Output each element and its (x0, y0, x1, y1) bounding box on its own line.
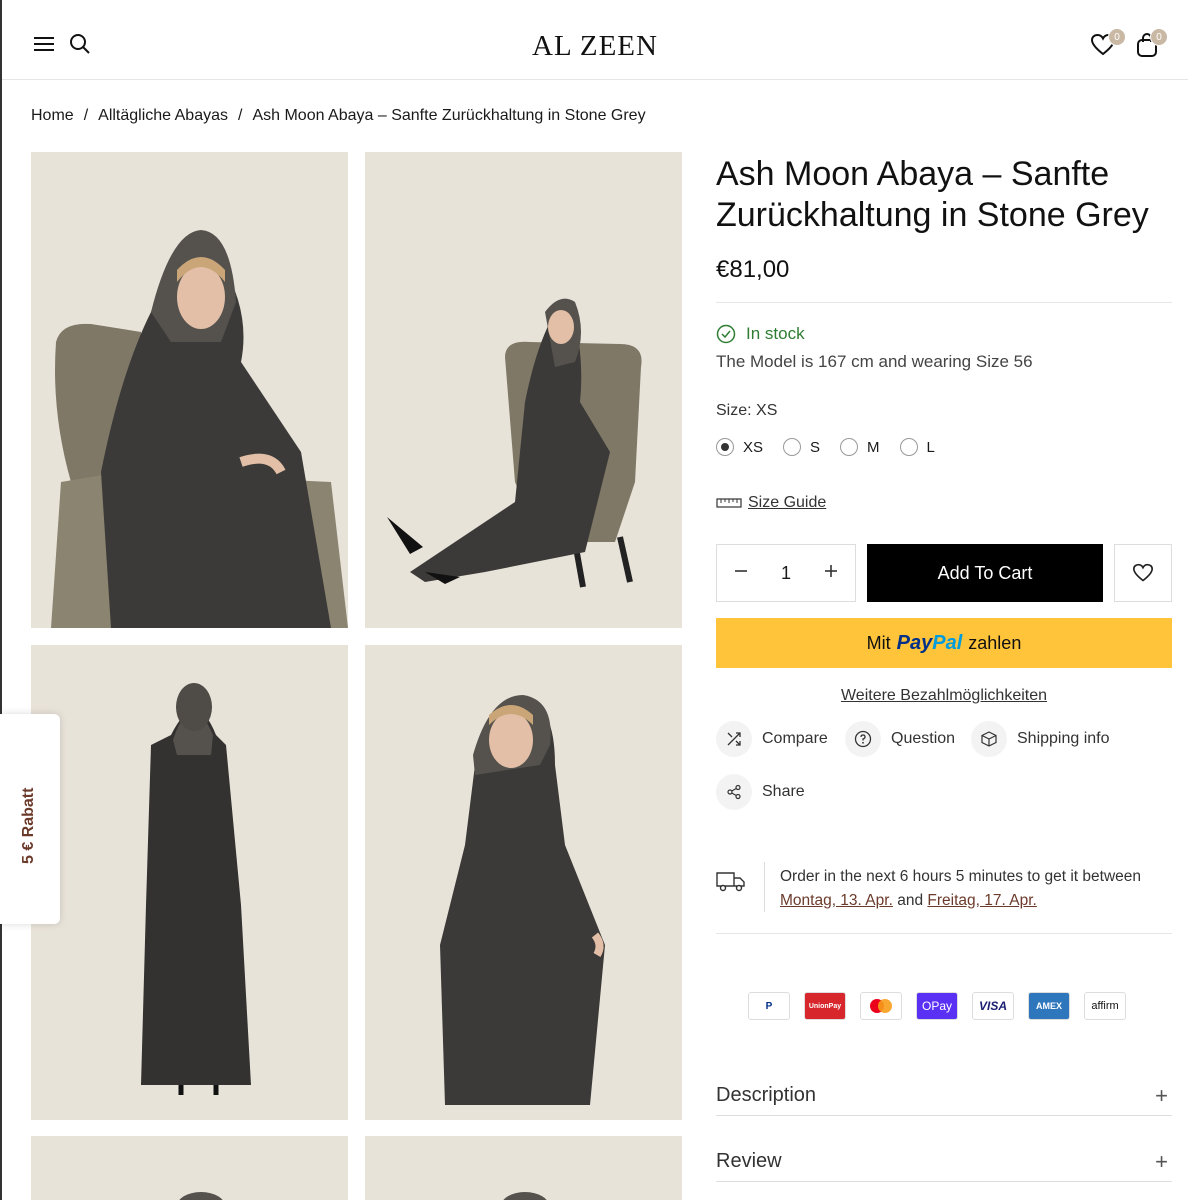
breadcrumb: Home / Alltägliche Abayas / Ash Moon Aba… (31, 107, 646, 125)
mastercard-icon (860, 992, 902, 1020)
product-image-6[interactable] (365, 1136, 682, 1200)
payment-methods: P UnionPay OPay VISA AMEX affirm (748, 992, 1126, 1020)
paypal-icon: P (748, 992, 790, 1020)
product-image-5[interactable] (31, 1136, 348, 1200)
minus-icon[interactable] (733, 562, 749, 585)
size-options: XS S M L (716, 438, 955, 456)
ruler-icon (716, 498, 742, 508)
review-accordion[interactable]: Review + (716, 1142, 1172, 1182)
size-option-label: M (867, 438, 880, 456)
compare-button[interactable]: Compare (716, 721, 828, 757)
site-header: AL ZEEN 0 0 (2, 0, 1188, 80)
delivery-and: and (897, 892, 924, 909)
delivery-text: Order in the next 6 hours 5 minutes to g… (780, 865, 1172, 913)
plus-icon[interactable] (823, 562, 839, 585)
product-image-3[interactable] (31, 645, 348, 1120)
breadcrumb-home[interactable]: Home (31, 107, 74, 125)
paypal-prefix: Mit (866, 632, 891, 653)
model-size-note: The Model is 167 cm and wearing Size 56 (716, 352, 1033, 371)
size-option-label: L (926, 438, 935, 456)
plus-icon[interactable]: + (1155, 1149, 1168, 1175)
product-title: Ash Moon Abaya – Sanfte Zurückhaltung in… (716, 155, 1149, 234)
size-label: Size: XS (716, 402, 777, 420)
delivery-date-from: Montag, 13. Apr. (780, 892, 893, 909)
size-option-label: XS (743, 438, 764, 456)
amex-icon: AMEX (1028, 992, 1070, 1020)
discount-label: 5 € Rabatt (20, 787, 37, 864)
page-left-border (0, 0, 2, 1200)
breadcrumb-category[interactable]: Alltägliche Abayas (98, 107, 228, 125)
accordion-title: Description (716, 1084, 817, 1106)
size-option-label: S (810, 438, 821, 456)
radio[interactable] (840, 438, 859, 456)
size-label-text: Size: (716, 402, 752, 419)
plus-icon[interactable]: + (1155, 1083, 1168, 1109)
unionpay-icon: UnionPay (804, 992, 846, 1020)
breadcrumb-separator: / (83, 107, 89, 124)
opay-icon: OPay (916, 992, 958, 1020)
truck-icon (716, 872, 745, 892)
visa-icon: VISA (972, 992, 1014, 1020)
product-image-1[interactable] (31, 152, 348, 628)
paypal-logo-pay: Pay (896, 631, 933, 654)
box-icon (971, 721, 1007, 757)
size-selected-value: XS (756, 402, 778, 419)
breadcrumb-separator: / (238, 107, 243, 124)
radio[interactable] (783, 438, 802, 456)
size-guide-link[interactable]: Size Guide (716, 494, 826, 512)
radio-selected[interactable] (716, 438, 734, 456)
quantity-stepper: 1 (716, 544, 856, 602)
compare-icon (716, 721, 752, 757)
discount-side-tab[interactable]: 5 € Rabatt (0, 714, 60, 924)
size-option-m[interactable]: M (840, 438, 880, 456)
size-option-s[interactable]: S (783, 438, 820, 456)
wishlist-count-badge: 0 (1108, 28, 1126, 46)
size-option-xs[interactable]: XS (716, 438, 763, 456)
delivery-date-to: Freitag, 17. Apr. (927, 892, 1037, 909)
delivery-divider (764, 862, 765, 912)
share-icon (716, 774, 752, 810)
heart-icon (1132, 563, 1154, 582)
share-button[interactable]: Share (716, 774, 805, 810)
size-option-l[interactable]: L (899, 438, 935, 456)
paypal-logo-pal: Pal (932, 631, 963, 654)
quantity-value[interactable]: 1 (781, 563, 791, 584)
breadcrumb-current: Ash Moon Abaya – Sanfte Zurückhaltung in… (252, 107, 646, 124)
more-payment-options-link[interactable]: Weitere Bezahlmöglichkeiten (716, 687, 1172, 705)
product-image-4[interactable] (365, 645, 682, 1120)
question-icon (845, 721, 881, 757)
description-accordion[interactable]: Description + (716, 1076, 1172, 1116)
add-to-cart-button[interactable]: Add To Cart (867, 544, 1103, 602)
accordion-title: Review (716, 1150, 782, 1172)
affirm-icon: affirm (1084, 992, 1126, 1020)
share-label: Share (762, 783, 805, 800)
stock-text: In stock (746, 324, 805, 343)
add-to-wishlist-button[interactable] (1114, 544, 1172, 602)
check-circle-icon (716, 324, 736, 344)
stock-status: In stock (716, 324, 805, 344)
divider (716, 933, 1172, 934)
shipping-info-label: Shipping info (1017, 730, 1110, 747)
paypal-button[interactable]: Mit Pay Pal zahlen (716, 618, 1172, 668)
size-guide-text[interactable]: Size Guide (748, 494, 826, 512)
site-logo[interactable]: AL ZEEN (2, 30, 1188, 63)
paypal-suffix: zahlen (968, 632, 1022, 653)
product-image-2[interactable] (365, 152, 682, 628)
compare-label: Compare (762, 730, 828, 747)
question-label: Question (891, 730, 956, 747)
cart-count-badge: 0 (1150, 28, 1168, 46)
product-price: €81,00 (716, 256, 790, 283)
divider (716, 302, 1172, 303)
question-button[interactable]: Question (845, 721, 955, 757)
delivery-text-main: Order in the next 6 hours 5 minutes to g… (780, 868, 1142, 885)
radio[interactable] (899, 438, 918, 456)
delivery-estimate: Order in the next 6 hours 5 minutes to g… (716, 862, 1172, 918)
shipping-info-button[interactable]: Shipping info (971, 721, 1110, 757)
